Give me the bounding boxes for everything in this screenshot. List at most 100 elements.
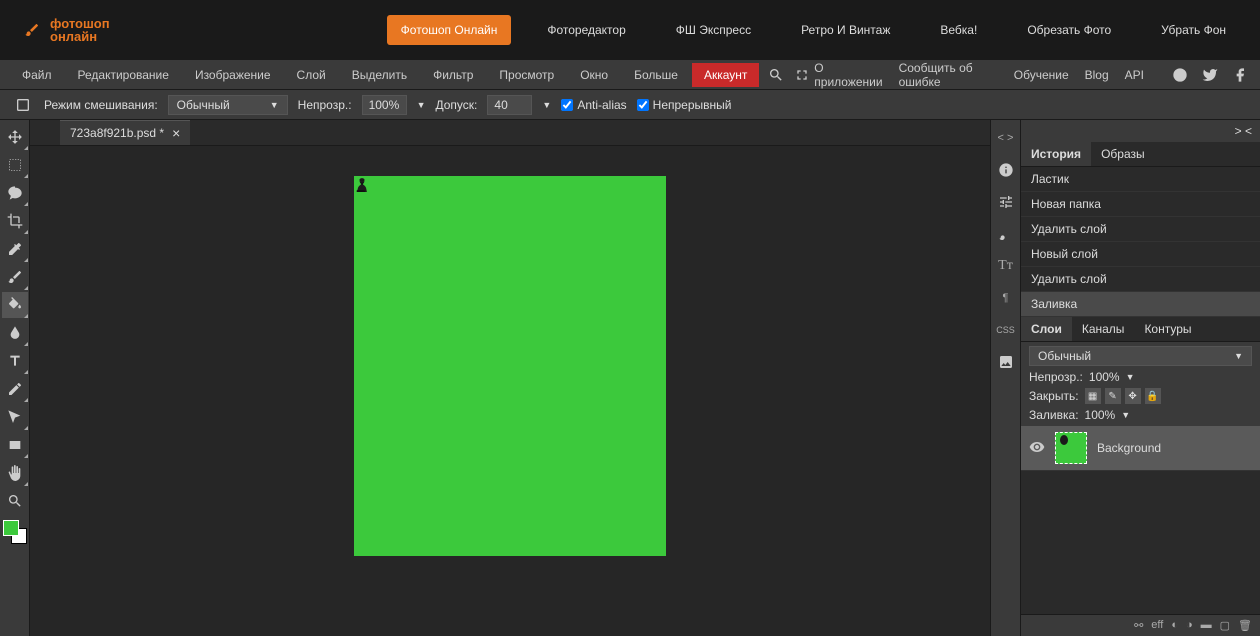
link-layers-icon[interactable]: ⚯ (1134, 619, 1143, 632)
reddit-icon[interactable] (1170, 65, 1190, 85)
menu-account[interactable]: Аккаунт (692, 63, 759, 87)
foreground-color[interactable] (3, 520, 19, 536)
adjustments-icon[interactable] (994, 190, 1018, 214)
history-item[interactable]: Заливка (1021, 292, 1260, 317)
lock-position-icon[interactable]: ✥ (1125, 388, 1141, 404)
nav-crop[interactable]: Обрезать Фото (1013, 15, 1125, 45)
history-tab[interactable]: История (1021, 142, 1091, 166)
menu-more[interactable]: Больше (622, 63, 690, 87)
menu-edit[interactable]: Редактирование (66, 63, 181, 87)
nav-photoeditor[interactable]: Фоторедактор (533, 15, 639, 45)
chevron-down-icon[interactable]: ▼ (1121, 410, 1130, 420)
contiguous-checkbox[interactable]: Непрерывный (637, 98, 732, 112)
adjustment-layer-icon[interactable]: ◑ (1186, 619, 1193, 632)
canvas-image (354, 176, 370, 192)
paths-tab[interactable]: Контуры (1134, 317, 1201, 341)
tolerance-label: Допуск: (436, 98, 478, 112)
tolerance-dropdown-icon[interactable]: ▼ (542, 100, 551, 110)
nav-express[interactable]: ФШ Экспресс (662, 15, 765, 45)
menu-window[interactable]: Окно (568, 63, 620, 87)
menu-file[interactable]: Файл (10, 63, 64, 87)
layer-thumbnail[interactable] (1055, 432, 1087, 464)
info-icon[interactable] (994, 158, 1018, 182)
layer-opacity-label: Непрозр.: (1029, 370, 1083, 384)
layer-name[interactable]: Background (1097, 441, 1161, 455)
menu-learn[interactable]: Обучение (1014, 68, 1069, 82)
paragraph-icon[interactable]: ¶ (994, 286, 1018, 310)
facebook-icon[interactable] (1230, 65, 1250, 85)
nav-webcam[interactable]: Вебка! (926, 15, 991, 45)
new-folder-icon[interactable]: ▬ (1201, 619, 1212, 632)
shape-tool[interactable] (2, 432, 28, 458)
move-tool[interactable] (2, 124, 28, 150)
tolerance-value[interactable]: 40 (487, 95, 532, 115)
lock-pixels-icon[interactable]: ✎ (1105, 388, 1121, 404)
nav-photoshop-online[interactable]: Фотошоп Онлайн (387, 15, 512, 45)
layer-mask-icon[interactable]: ◐ (1171, 619, 1178, 632)
css-icon[interactable]: CSS (994, 318, 1018, 342)
search-icon[interactable] (765, 64, 785, 86)
nav-removebg[interactable]: Убрать Фон (1147, 15, 1240, 45)
canvas[interactable] (354, 176, 666, 556)
history-item[interactable]: Новая папка (1021, 192, 1260, 217)
document-tab[interactable]: 723a8f921b.psd * × (60, 120, 190, 145)
chevron-down-icon[interactable]: ▼ (1126, 372, 1135, 382)
chevron-down-icon: ▼ (270, 100, 279, 110)
logo[interactable]: фотошоп онлайн (20, 17, 110, 43)
history-item[interactable]: Новый слой (1021, 242, 1260, 267)
menu-report[interactable]: Сообщить об ошибке (899, 61, 998, 89)
character-icon[interactable]: Tт (994, 254, 1018, 278)
pen-tool[interactable] (2, 376, 28, 402)
channels-tab[interactable]: Каналы (1072, 317, 1135, 341)
nav-retro[interactable]: Ретро И Винтаж (787, 15, 904, 45)
visibility-icon[interactable] (1029, 439, 1045, 458)
snapshots-tab[interactable]: Образы (1091, 142, 1155, 166)
menu-about[interactable]: О приложении (814, 61, 882, 89)
menu-layer[interactable]: Слой (285, 63, 338, 87)
opacity-dropdown-icon[interactable]: ▼ (417, 100, 426, 110)
new-layer-icon[interactable]: ▢ (1220, 619, 1230, 632)
menu-blog[interactable]: Blog (1085, 68, 1109, 82)
logo-text: фотошоп онлайн (50, 17, 110, 43)
menu-view[interactable]: Просмотр (487, 63, 566, 87)
history-item[interactable]: Удалить слой (1021, 267, 1260, 292)
menu-filter[interactable]: Фильтр (421, 63, 485, 87)
hand-tool[interactable] (2, 460, 28, 486)
layers-tab[interactable]: Слои (1021, 317, 1072, 341)
menu-api[interactable]: API (1125, 68, 1144, 82)
twitter-icon[interactable] (1200, 65, 1220, 85)
lock-transparency-icon[interactable]: ▦ (1085, 388, 1101, 404)
fill-label: Заливка: (1029, 408, 1079, 422)
blend-mode-dropdown[interactable]: Обычный▼ (168, 95, 288, 115)
eyedropper-tool[interactable] (2, 236, 28, 262)
crop-tool[interactable] (2, 208, 28, 234)
bucket-tool[interactable] (2, 292, 28, 318)
color-swatches[interactable] (3, 520, 27, 544)
layer-blend-dropdown[interactable]: Обычный▼ (1029, 346, 1252, 366)
panel-collapse-right[interactable]: > < (1235, 124, 1252, 138)
brush-tool[interactable] (2, 264, 28, 290)
menu-select[interactable]: Выделить (340, 63, 419, 87)
path-select-tool[interactable] (2, 404, 28, 430)
text-tool[interactable] (2, 348, 28, 374)
zoom-tool[interactable] (2, 488, 28, 514)
lock-all-icon[interactable]: 🔒 (1145, 388, 1161, 404)
history-item[interactable]: Удалить слой (1021, 217, 1260, 242)
panel-nav-left[interactable]: < > (994, 126, 1018, 150)
menu-image[interactable]: Изображение (183, 63, 283, 87)
layer-effects-label[interactable]: eff (1151, 619, 1163, 632)
brush-presets-icon[interactable] (994, 222, 1018, 246)
fill-value[interactable]: 100% (1085, 408, 1116, 422)
marquee-tool[interactable] (2, 152, 28, 178)
history-item[interactable]: Ластик (1021, 167, 1260, 192)
image-icon[interactable] (994, 350, 1018, 374)
blur-tool[interactable] (2, 320, 28, 346)
opacity-value[interactable]: 100% (362, 95, 407, 115)
fullscreen-icon[interactable] (792, 64, 812, 86)
close-tab-icon[interactable]: × (172, 126, 180, 140)
layer-opacity-value[interactable]: 100% (1089, 370, 1120, 384)
layer-row[interactable]: Background (1021, 426, 1260, 471)
lasso-tool[interactable] (2, 180, 28, 206)
antialias-checkbox[interactable]: Anti-alias (561, 98, 626, 112)
delete-layer-icon[interactable]: 🗑 (1238, 619, 1252, 632)
